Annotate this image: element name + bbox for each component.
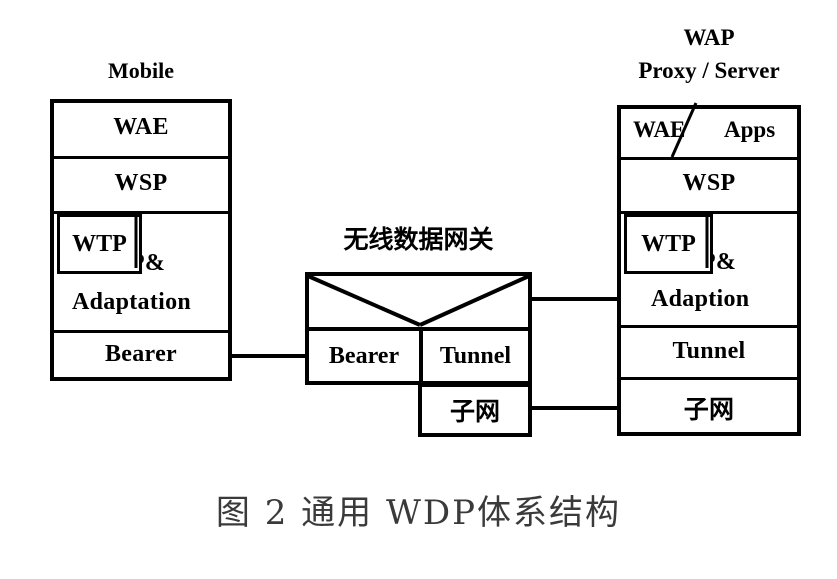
wap-layer-apps-label: Apps: [724, 117, 776, 142]
gateway-bearer-cell: Bearer: [309, 331, 419, 381]
wap-layer-wae-label: WAE: [633, 117, 686, 142]
wap-layer-wsp: WSP: [621, 157, 797, 211]
gateway-subnet-cell: 子网: [418, 383, 532, 437]
wdp-architecture-diagram: Mobile WAE WSP WDP& Adaptation Bearer WT…: [0, 0, 837, 579]
gateway-subnet-label: 子网: [449, 397, 500, 426]
mobile-layer-wsp-label: WSP: [114, 170, 168, 196]
wap-layer-wae-apps: WAE Apps: [621, 109, 797, 157]
mobile-wtp-box: WTP: [57, 214, 142, 274]
mobile-heading: Mobile: [108, 58, 174, 83]
connector-gateway-subnet-to-proxy: [530, 406, 619, 410]
gateway-main-row: Bearer Tunnel: [305, 327, 532, 385]
mobile-layer-wsp: WSP: [54, 156, 228, 211]
wap-wtp-label: WTP: [641, 230, 696, 257]
wap-wtp-box: WTP: [624, 214, 713, 274]
wap-layer-subnet: 子网: [621, 377, 797, 432]
mobile-layer-adaptation-label: Adaptation: [72, 289, 192, 315]
gateway-tunnel-cell: Tunnel: [419, 331, 528, 381]
mobile-layer-bearer-label: Bearer: [105, 341, 177, 367]
wap-proxy-heading-line2: Proxy / Server: [638, 58, 780, 83]
gateway-heading: 无线数据网关: [343, 225, 494, 254]
wap-layer-adaption-label: Adaption: [651, 286, 750, 312]
wap-proxy-heading-line1: WAP: [683, 25, 735, 50]
connector-gateway-tunnel-to-proxy: [530, 297, 619, 301]
wap-layer-tunnel-label: Tunnel: [672, 338, 746, 364]
gateway-chevron-box: [305, 272, 532, 327]
gateway-bearer-label: Bearer: [328, 342, 400, 369]
wap-layer-wsp-label: WSP: [682, 170, 736, 196]
wap-layer-tunnel: Tunnel: [621, 325, 797, 377]
mobile-layer-wae: WAE: [54, 103, 228, 156]
mobile-wtp-label: WTP: [72, 230, 127, 257]
mobile-layer-bearer: Bearer: [54, 330, 228, 377]
gateway-tunnel-label: Tunnel: [439, 342, 512, 369]
figure-caption: 图 2 通用 WDP体系结构: [215, 493, 622, 533]
connector-mobile-bearer-to-gateway: [232, 354, 307, 358]
mobile-layer-wae-label: WAE: [113, 114, 169, 140]
wap-layer-subnet-label: 子网: [683, 395, 735, 424]
